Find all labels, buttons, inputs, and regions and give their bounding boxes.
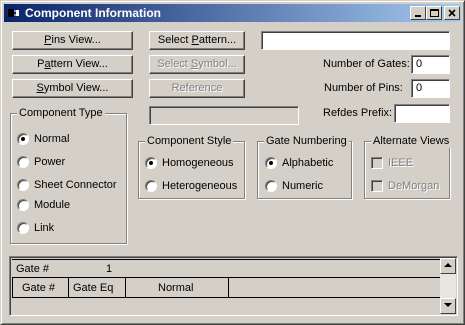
number-of-pins-field[interactable]: 0 xyxy=(411,79,450,98)
radio-label: Normal xyxy=(34,133,70,145)
radio-dot xyxy=(17,156,29,168)
radio-label: Alphabetic xyxy=(282,157,334,169)
column-header-gate-eq[interactable]: Gate Eq xyxy=(73,282,113,295)
window-title: Component Information xyxy=(25,6,161,20)
column-header-normal[interactable]: Normal xyxy=(158,282,193,295)
select-symbol-label-a: Select xyxy=(157,58,191,70)
component-style-title: Component Style xyxy=(145,134,234,148)
select-pattern-label-b: P xyxy=(191,34,199,46)
pins-view-label-c: ins View... xyxy=(51,34,101,46)
gate-numbering-title: Gate Numbering xyxy=(264,134,349,148)
grid-col-divider xyxy=(68,277,69,298)
close-button[interactable] xyxy=(444,6,460,20)
component-style-group: Component Style Homogeneous Heterogeneou… xyxy=(138,134,245,199)
radio-dot xyxy=(265,157,277,169)
pattern-name-field[interactable] xyxy=(261,31,450,50)
checkbox-box xyxy=(371,157,383,169)
grid-col-divider xyxy=(12,277,13,298)
symbol-view-button[interactable]: Symbol View... xyxy=(12,79,133,98)
radio-dot xyxy=(17,133,29,145)
radio-dot xyxy=(17,222,29,234)
pattern-view-label-c: ttern View... xyxy=(50,58,108,70)
refdes-prefix-field[interactable] xyxy=(394,104,450,123)
arrow-down-icon xyxy=(444,303,452,307)
select-symbol-button[interactable]: Select Symbol... xyxy=(149,55,245,74)
radio-dot xyxy=(265,180,277,192)
radio-label: Link xyxy=(34,222,55,234)
gate-number-label: Gate # xyxy=(16,263,50,275)
symbol-view-label-c: ymbol View... xyxy=(43,82,109,94)
checkbox-label: IEEE xyxy=(388,157,414,169)
radio-label: Power xyxy=(34,156,66,168)
radio-dot xyxy=(17,179,29,191)
number-of-gates-label: Number of Gates: xyxy=(323,58,410,70)
checkbox-box xyxy=(371,180,383,192)
minimize-icon xyxy=(415,15,421,17)
component-name-field xyxy=(149,106,299,125)
radio-label: Module xyxy=(34,199,71,211)
minimize-button[interactable] xyxy=(410,6,426,20)
app-icon xyxy=(7,9,19,17)
gate-grid[interactable]: Gate # 1 Gate # Gate Eq Normal xyxy=(9,256,458,316)
select-pattern-button[interactable]: Select Pattern... xyxy=(149,31,245,50)
alternate-views-title: Alternate Views xyxy=(371,134,452,148)
radio-dot xyxy=(145,157,157,169)
number-of-gates-field[interactable]: 0 xyxy=(411,55,450,74)
pins-view-label-b: P xyxy=(44,34,52,46)
maximize-button[interactable] xyxy=(426,6,442,20)
reference-label: Reference xyxy=(171,82,223,94)
arrow-up-icon xyxy=(444,263,452,267)
radio-label: Sheet Connector xyxy=(34,179,117,191)
title-bar[interactable]: Component Information xyxy=(4,4,461,22)
gate-numbering-group: Gate Numbering Alphabetic Numeric xyxy=(257,134,352,199)
grid-header-rule-bottom xyxy=(12,297,440,298)
grid-top-rule xyxy=(12,259,440,260)
grid-col-divider xyxy=(125,277,126,298)
radio-dot xyxy=(17,199,29,211)
pins-view-button[interactable]: Pins View... xyxy=(12,31,133,50)
component-information-window: Component Information Pins View... Patte… xyxy=(0,0,465,325)
checkbox-label: DeMorgan xyxy=(388,180,440,192)
grid-header-rule-top xyxy=(12,277,440,278)
component-type-group: Component Type Normal Power Sheet Connec… xyxy=(10,106,127,244)
grid-col-divider xyxy=(228,277,229,298)
column-header-gate-number[interactable]: Gate # xyxy=(22,282,55,295)
scroll-up-button[interactable] xyxy=(440,258,456,274)
alternate-views-group: Alternate Views IEEE DeMorgan xyxy=(364,134,452,199)
select-symbol-label-c: ymbol... xyxy=(198,58,237,70)
number-of-pins-label: Number of Pins: xyxy=(324,82,403,94)
vertical-scrollbar[interactable] xyxy=(440,258,456,314)
reference-button[interactable]: Reference xyxy=(149,79,245,98)
radio-label: Heterogeneous xyxy=(162,180,238,192)
gate-number-value: 1 xyxy=(106,263,113,275)
refdes-prefix-label: Refdes Prefix: xyxy=(323,107,393,119)
component-type-title: Component Type xyxy=(17,106,105,120)
radio-label: Homogeneous xyxy=(162,157,234,169)
scroll-down-button[interactable] xyxy=(440,298,456,314)
select-pattern-label-a: Select xyxy=(157,34,192,46)
maximize-icon xyxy=(430,9,439,17)
radio-label: Numeric xyxy=(282,180,323,192)
radio-dot xyxy=(145,180,157,192)
symbol-view-label-b: S xyxy=(36,82,44,94)
close-icon xyxy=(448,9,456,17)
select-pattern-label-c: attern... xyxy=(198,34,237,46)
pattern-view-button[interactable]: Pattern View... xyxy=(12,55,133,74)
